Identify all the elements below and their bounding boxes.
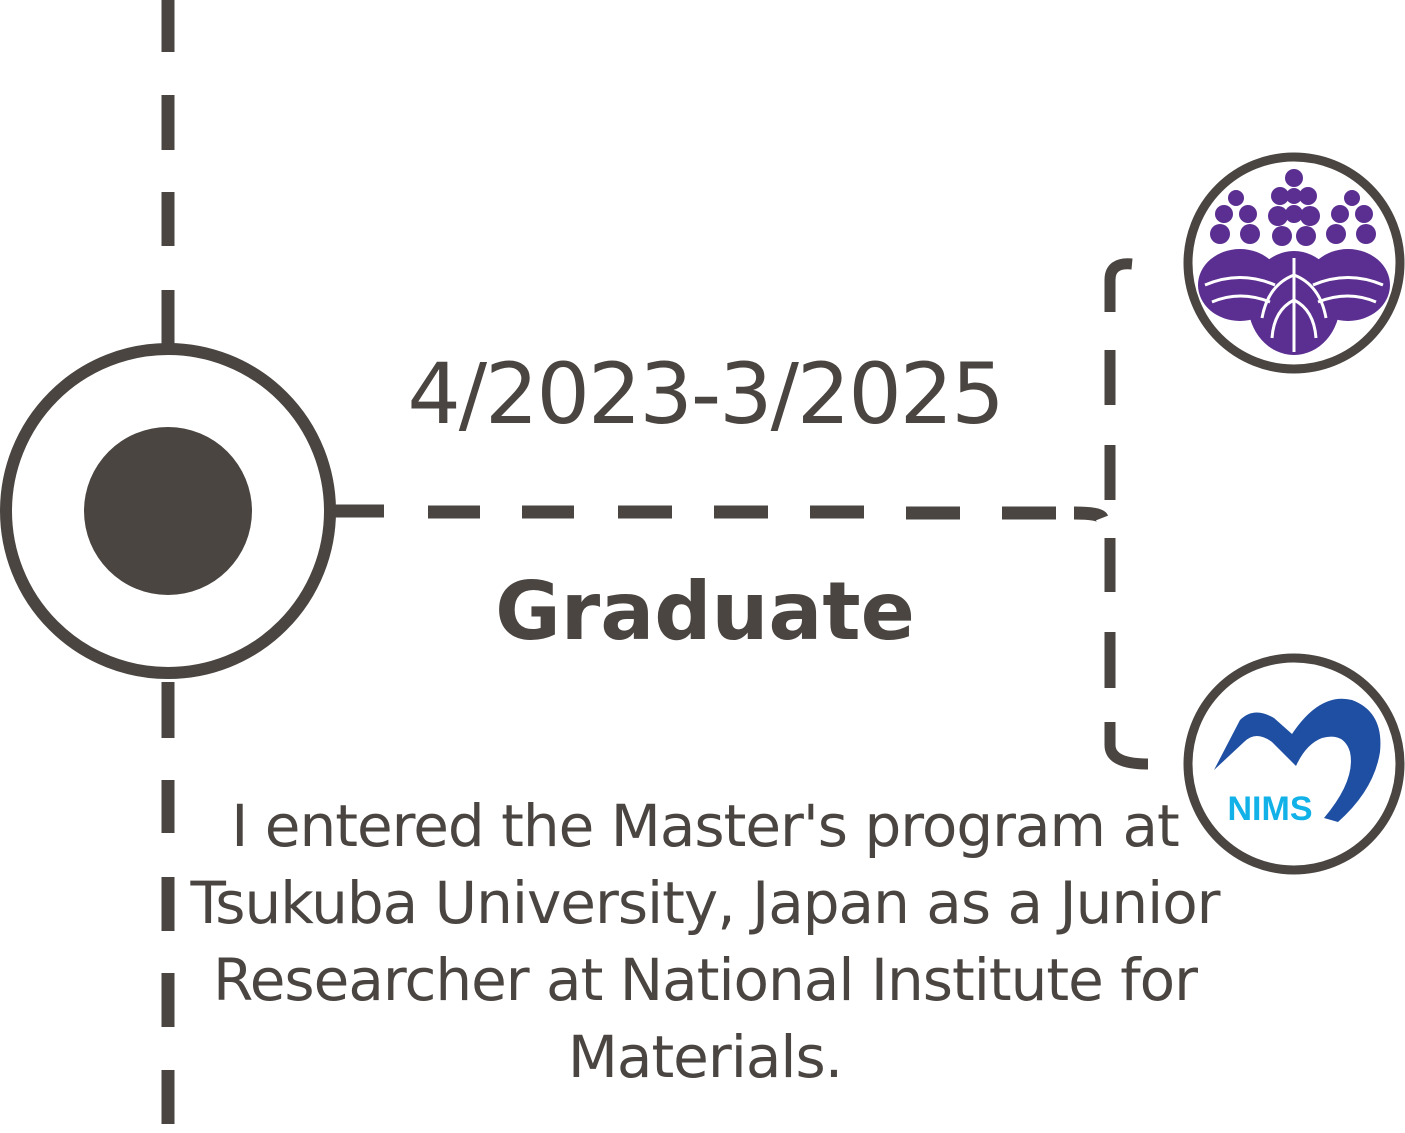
- connector-line: [334, 504, 1109, 523]
- paulownia-crest-icon: [1183, 152, 1405, 374]
- role-title: Graduate: [495, 565, 915, 658]
- timeline-node: [0, 343, 336, 679]
- nims-logo-text: NIMS: [1228, 790, 1313, 828]
- bracket: [1104, 258, 1149, 770]
- date-range: 4/2023-3/2025: [407, 345, 1004, 443]
- entry-description: I entered the Master's program at Tsukub…: [190, 792, 1220, 1091]
